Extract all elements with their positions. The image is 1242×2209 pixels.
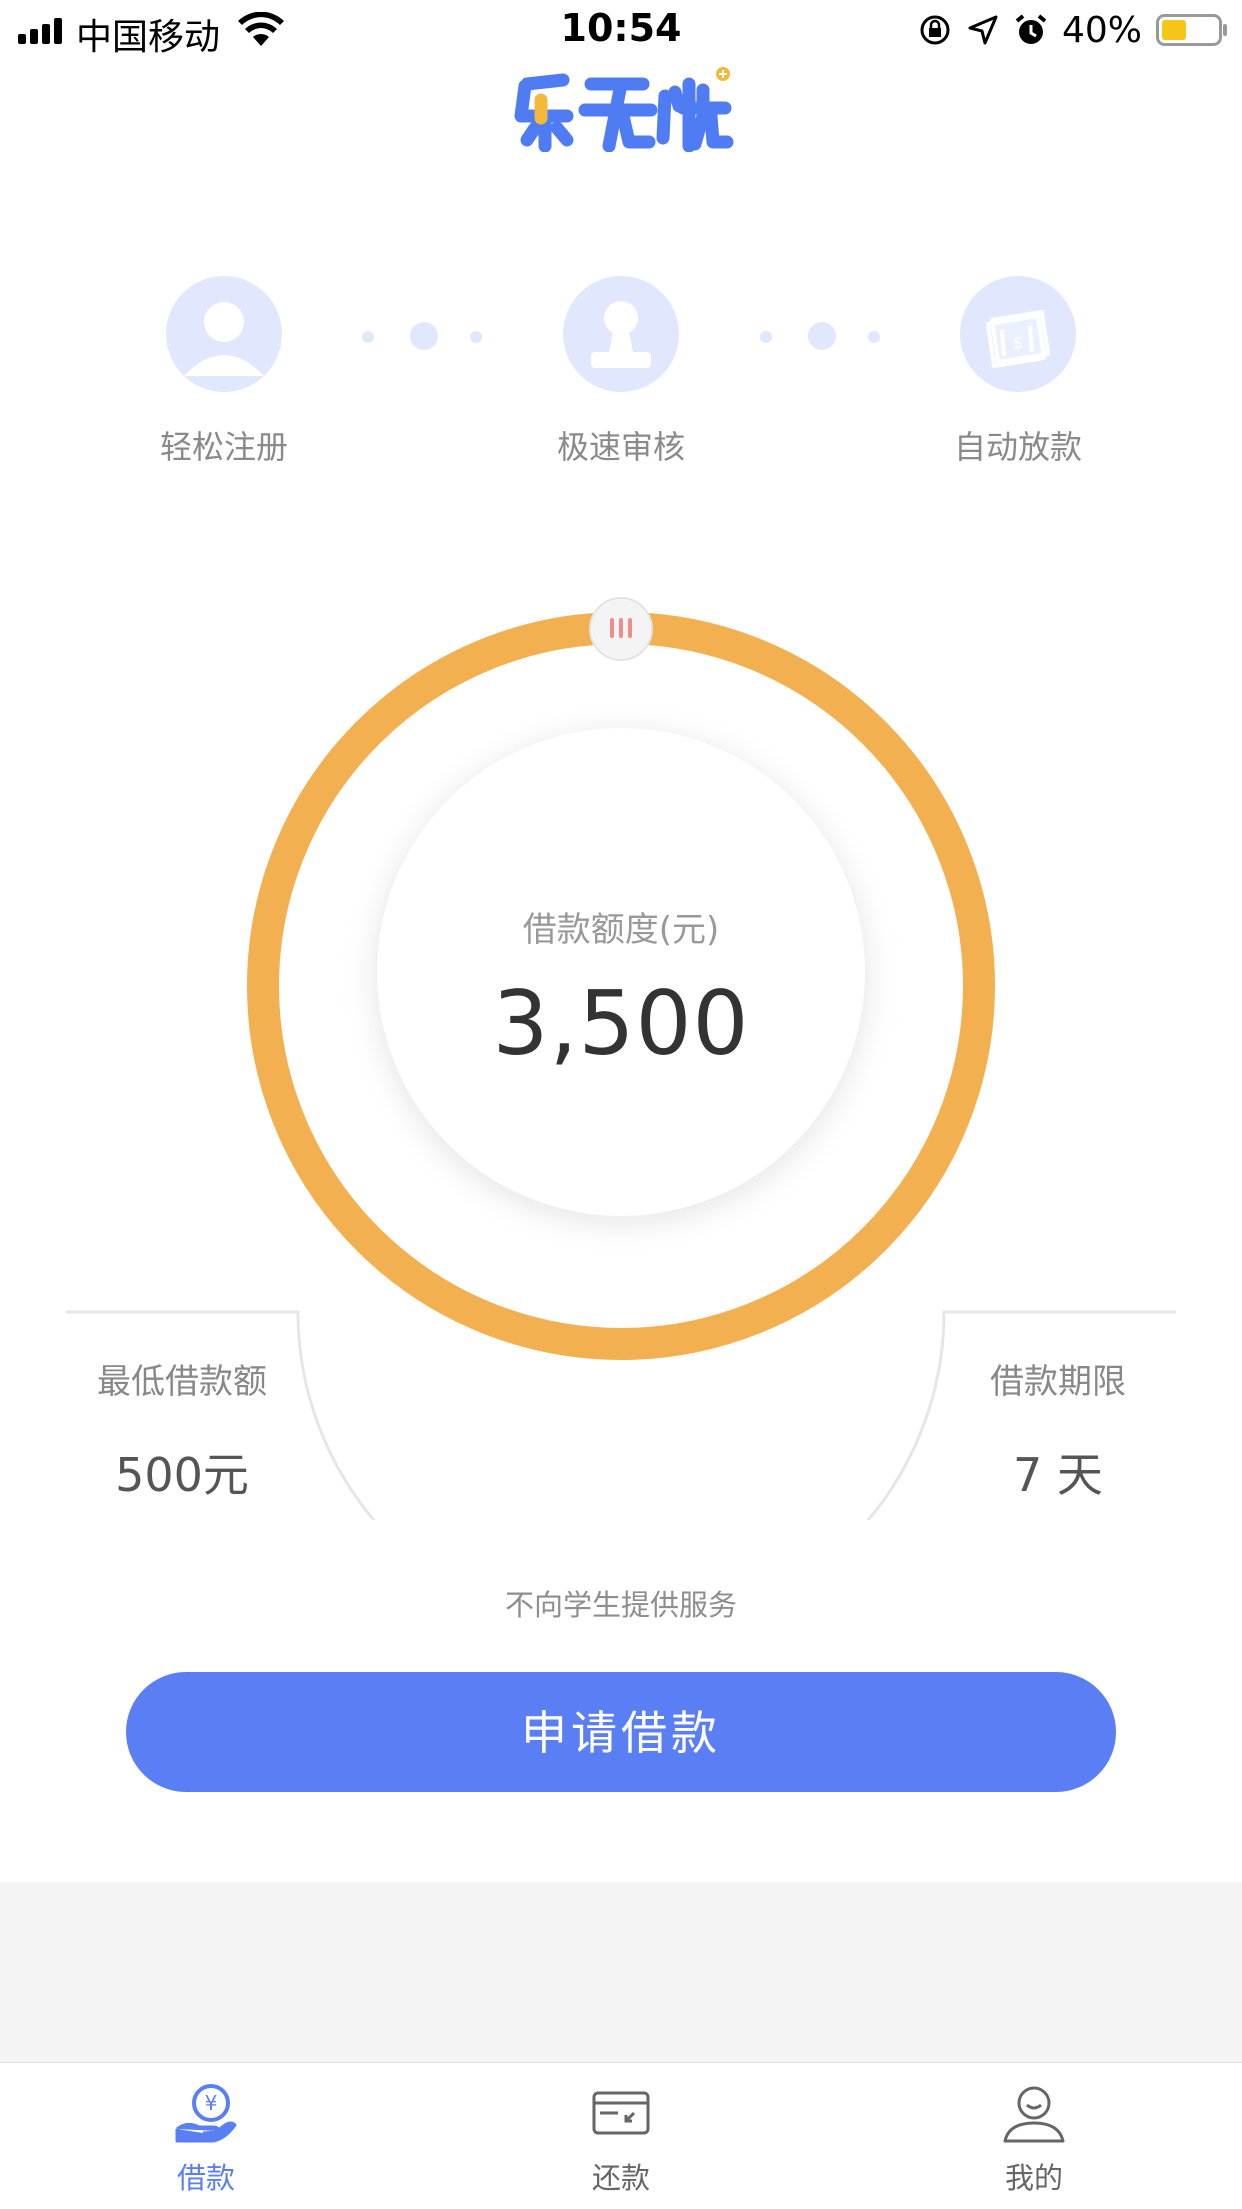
student-notice: 不向学生提供服务 [504, 1588, 737, 1622]
min-amount-value: 500元 [115, 1448, 249, 1502]
profile-icon [1003, 2086, 1065, 2143]
loan-icon: ¥ [175, 2084, 237, 2143]
tab-bar: ¥ 借款 还款 我的 [0, 2062, 1242, 2209]
min-amount-block: 最低借款额 500元 [70, 1354, 294, 1505]
repay-icon [592, 2091, 650, 2135]
tab-label: 我的 [1004, 2161, 1063, 2195]
tab-repay[interactable]: 还款 [541, 2063, 701, 2209]
content-spacer [0, 1882, 1242, 2062]
min-amount-label: 最低借款额 [97, 1362, 267, 1402]
loan-term-label: 借款期限 [990, 1362, 1126, 1402]
loan-amount-dial [66, 612, 1176, 1520]
loan-limit-title: 借款额度(元) [522, 910, 720, 950]
tab-loan[interactable]: ¥ 借款 [126, 2063, 286, 2209]
drag-handle-icon[interactable] [586, 594, 656, 664]
tab-label: 借款 [176, 2161, 235, 2195]
loan-limit-amount: 3,500 [492, 972, 750, 1075]
tab-profile[interactable]: 我的 [954, 2063, 1114, 2209]
svg-text:¥: ¥ [205, 2091, 218, 2115]
apply-loan-button[interactable]: 申请借款 [126, 1672, 1116, 1792]
loan-term-block: 借款期限 7 天 [958, 1354, 1158, 1505]
loan-term-value: 7 天 [1013, 1448, 1103, 1502]
tab-label: 还款 [591, 2161, 650, 2195]
